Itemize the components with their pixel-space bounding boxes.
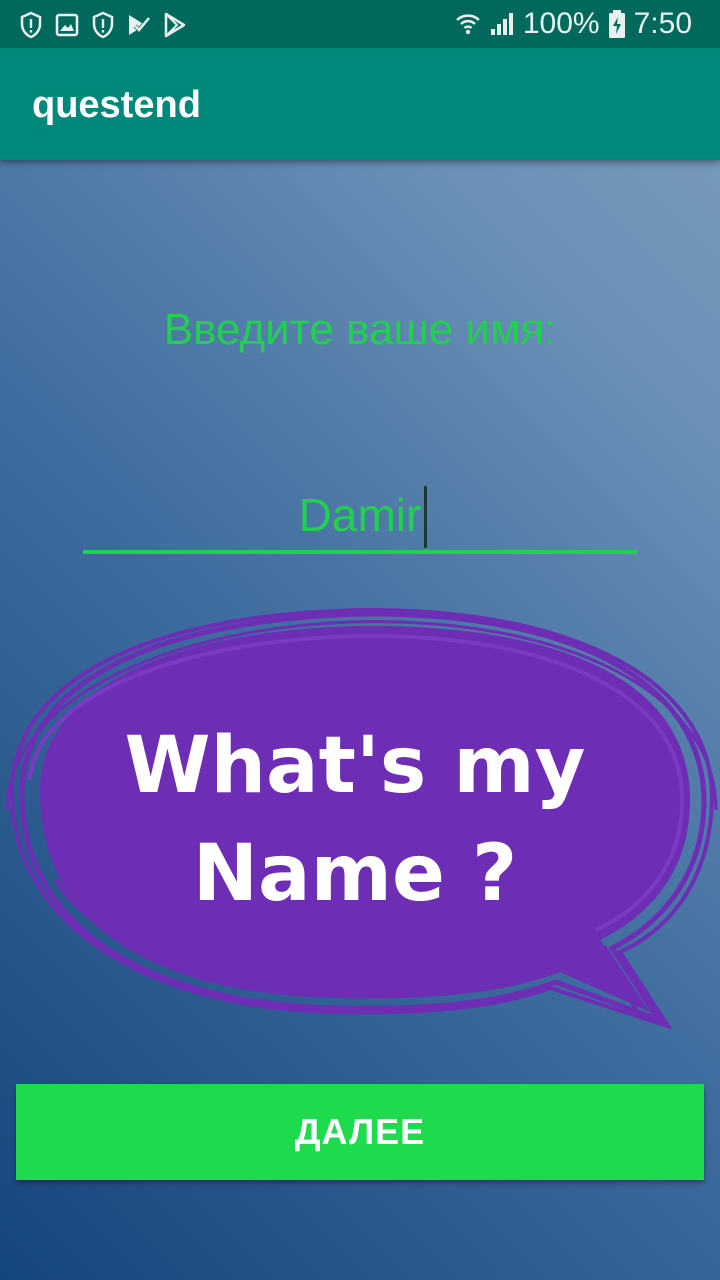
battery-percent: 100% (522, 7, 600, 40)
bubble-scribble (6, 607, 718, 1030)
name-input[interactable] (83, 480, 637, 554)
image-icon (54, 11, 80, 39)
app-bar: questend (0, 48, 720, 160)
status-bar: 100% 7:50 (0, 0, 720, 48)
battery-charging-icon (608, 9, 626, 39)
screen: 100% 7:50 questend Введите ваше имя: Dam… (0, 0, 720, 1280)
bubble-text-line2: Name ? (193, 829, 518, 919)
shield-alert-icon (90, 11, 116, 39)
play-store-icon (162, 11, 188, 39)
speech-bubble-image: What's my Name ? (6, 607, 718, 1030)
checkbox-play-icon (126, 11, 152, 39)
next-button[interactable]: ДАЛЕЕ (16, 1084, 704, 1180)
text-cursor (424, 486, 427, 548)
wifi-icon (455, 11, 481, 37)
shield-alert-icon (18, 11, 44, 39)
clock: 7:50 (633, 7, 692, 40)
name-field (83, 480, 637, 558)
notification-icons (18, 10, 198, 40)
app-title: questend (32, 84, 201, 126)
bubble-text-line1: What's my (124, 721, 585, 811)
signal-icon (489, 11, 515, 37)
name-prompt-label: Введите ваше имя: (163, 305, 557, 354)
system-indicators: 100% 7:50 (455, 6, 700, 42)
